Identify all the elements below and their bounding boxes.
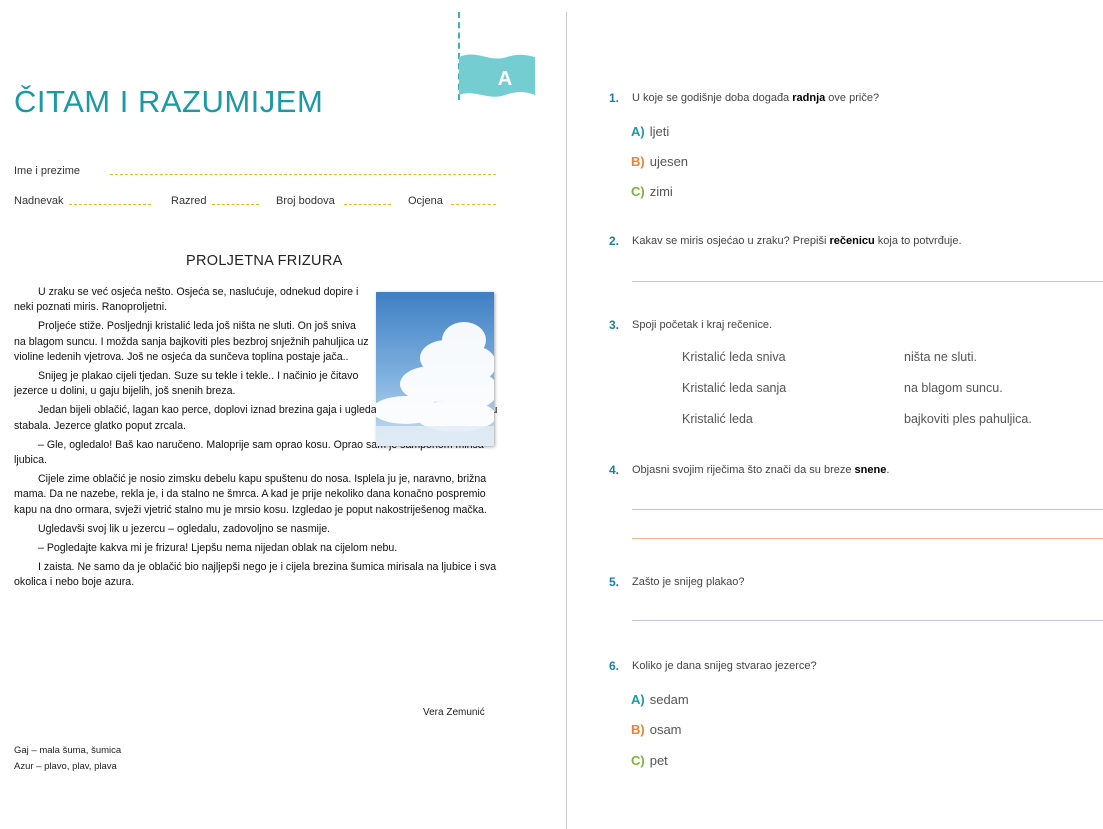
date-field[interactable] (69, 204, 151, 205)
answer-line[interactable] (632, 538, 1103, 539)
story-paragraph: I zaista. Ne samo da je oblačić bio najl… (14, 561, 497, 589)
story-author: Vera Zemunić (423, 707, 485, 718)
match-start-item[interactable]: Kristalić leda sanja (682, 381, 786, 395)
question-number: 3. (609, 318, 620, 332)
story-paragraph: Snijeg je plakao cijeli tjedan. Suze su … (14, 370, 359, 398)
question-text: Spoji početak i kraj rečenice. (632, 319, 773, 331)
glossary-entry: Azur – plavo, plav, plava (14, 761, 117, 772)
name-label: Ime i prezime (14, 165, 81, 177)
match-start-item[interactable]: Kristalić leda sniva (682, 350, 786, 364)
story-paragraph: Proljeće stiže. Posljednji kristalić led… (14, 320, 369, 363)
answer-line[interactable] (632, 620, 1103, 621)
question-number: 6. (609, 659, 620, 673)
answer-option-b[interactable]: B) ujesen (631, 154, 688, 169)
question-number: 5. (609, 575, 620, 589)
name-field[interactable] (110, 174, 496, 175)
question-text: U koje se godišnje doba događa radnja ov… (632, 92, 880, 104)
answer-option-b[interactable]: B) osam (631, 722, 682, 737)
answer-option-c[interactable]: C) zimi (631, 184, 673, 199)
story-title: PROLJETNA FRIZURA (186, 253, 343, 269)
date-label: Nadnevak (14, 195, 64, 207)
question-number: 1. (609, 91, 620, 105)
class-field[interactable] (212, 204, 259, 205)
flag-badge-letter: A (498, 68, 512, 90)
match-end-item[interactable]: na blagom suncu. (904, 381, 1003, 395)
question-text: Zašto je snijeg plakao? (632, 576, 745, 588)
question-number: 4. (609, 463, 620, 477)
match-start-item[interactable]: Kristalić leda (682, 412, 753, 426)
answer-line[interactable] (632, 281, 1103, 282)
glossary-entry: Gaj – mala šuma, šumica (14, 745, 122, 756)
question-text: Objasni svojim riječima što znači da su … (632, 464, 890, 476)
story-paragraph: U zraku se već osjeća nešto. Osjeća se, … (14, 286, 359, 314)
grade-field[interactable] (451, 204, 496, 205)
match-end-item[interactable]: ništa ne sluti. (904, 350, 977, 364)
answer-option-a[interactable]: A) ljeti (631, 124, 669, 139)
story-paragraph: Ugledavši svoj lik u jezercu – ogledalu,… (38, 522, 331, 535)
answer-option-a[interactable]: A) sedam (631, 692, 689, 707)
points-label: Broj bodova (276, 195, 335, 207)
points-field[interactable] (344, 204, 391, 205)
page-divider (566, 12, 567, 829)
answer-line[interactable] (632, 509, 1103, 510)
flag-icon: A (459, 54, 535, 97)
match-end-item[interactable]: bajkoviti ples pahuljica. (904, 412, 1032, 426)
grade-label: Ocjena (408, 195, 443, 207)
question-text: Koliko je dana snijeg stvarao jezerce? (632, 660, 817, 672)
page-title: ČITAM I RAZUMIJEM (14, 84, 324, 119)
story-paragraph: – Pogledajte kakva mi je frizura! Ljepšu… (38, 542, 398, 555)
question-text: Kakav se miris osjećao u zraku? Prepiši … (632, 235, 962, 247)
cloud-photo (376, 292, 494, 446)
answer-option-c[interactable]: C) pet (631, 753, 668, 768)
class-label: Razred (171, 195, 207, 207)
story-paragraph: Cijele zime oblačić je nosio zimsku debe… (14, 473, 487, 516)
question-number: 2. (609, 234, 620, 248)
